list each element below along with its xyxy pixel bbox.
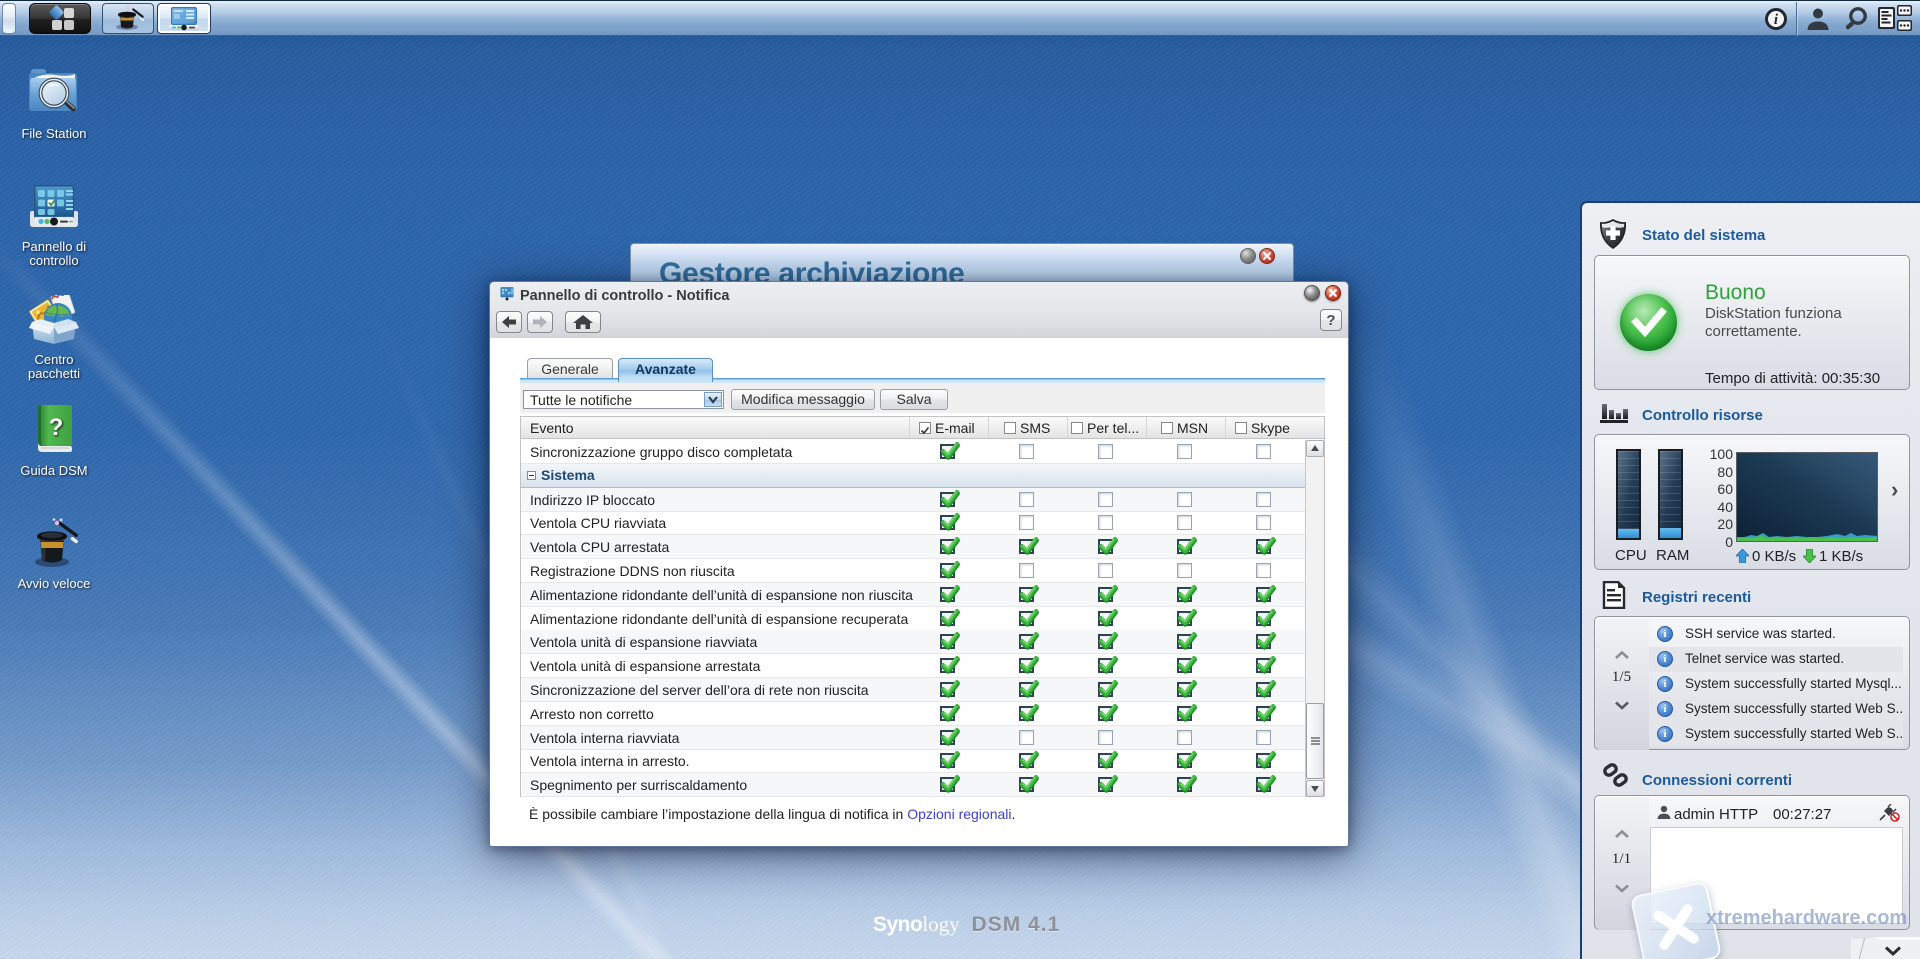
svg-text:?: ? bbox=[49, 414, 64, 441]
